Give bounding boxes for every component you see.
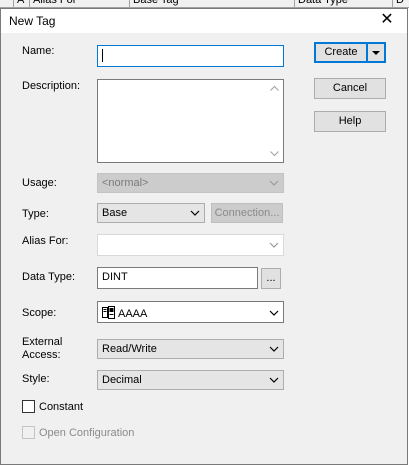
chevron-down-icon xyxy=(268,238,280,252)
text-caret xyxy=(102,49,103,62)
style-select-value: Decimal xyxy=(102,374,142,386)
open-configuration-checkbox[interactable] xyxy=(22,426,35,439)
usage-select-value: <normal> xyxy=(102,177,149,189)
connection-button[interactable]: Connection... xyxy=(211,203,283,223)
program-scope-icon xyxy=(102,306,115,322)
style-label: Style: xyxy=(22,373,50,385)
type-select-value: Base xyxy=(102,207,128,219)
background-grid-header: A Alias For Base Tag Data Type D xyxy=(0,0,409,8)
usage-select[interactable]: <normal> xyxy=(97,173,284,193)
description-scrollbar[interactable] xyxy=(266,80,283,162)
create-split-button[interactable]: Create xyxy=(314,42,386,63)
alias-for-select[interactable] xyxy=(97,234,284,256)
grid-column-header: Base Tag xyxy=(130,0,295,7)
scroll-down-icon[interactable] xyxy=(266,145,283,162)
external-access-label-line2: Access: xyxy=(22,349,61,361)
external-access-select[interactable]: Read/Write xyxy=(97,339,284,359)
close-button[interactable]: ✕ xyxy=(379,12,395,28)
grid-column-header xyxy=(0,0,14,7)
dialog-titlebar: New Tag ✕ xyxy=(1,9,407,33)
create-dropdown-button[interactable] xyxy=(366,42,386,63)
open-configuration-checkbox-label[interactable]: Open Configuration xyxy=(39,427,134,440)
chevron-down-icon xyxy=(268,176,280,190)
close-icon: ✕ xyxy=(380,11,394,28)
scope-label: Scope: xyxy=(22,307,57,319)
data-type-label: Data Type: xyxy=(22,271,75,283)
data-type-input[interactable]: DINT xyxy=(97,267,258,289)
alias-for-label: Alias For: xyxy=(22,235,69,247)
external-access-label: External Access: xyxy=(22,336,62,362)
cancel-button[interactable]: Cancel xyxy=(314,78,386,99)
grid-column-header: Alias For xyxy=(30,0,130,7)
usage-label: Usage: xyxy=(22,177,57,189)
constant-checkbox[interactable] xyxy=(22,400,35,413)
constant-checkbox-label[interactable]: Constant xyxy=(39,401,83,414)
data-type-browse-button[interactable]: ... xyxy=(261,268,281,289)
grid-column-header: A xyxy=(14,0,30,7)
help-button[interactable]: Help xyxy=(314,111,386,132)
chevron-down-icon xyxy=(189,206,201,220)
type-label: Type: xyxy=(22,208,49,220)
external-access-label-line1: External xyxy=(22,336,63,348)
scope-select[interactable]: AAAA xyxy=(97,301,284,323)
external-access-select-value: Read/Write xyxy=(102,343,157,355)
grid-column-header: Data Type xyxy=(295,0,393,7)
description-textarea[interactable] xyxy=(97,79,284,163)
scroll-up-icon[interactable] xyxy=(266,80,283,97)
description-label: Description: xyxy=(22,80,81,92)
create-button[interactable]: Create xyxy=(314,42,366,63)
dialog-title: New Tag xyxy=(9,14,56,28)
chevron-down-icon xyxy=(268,342,280,356)
type-select[interactable]: Base xyxy=(97,203,205,223)
chevron-down-icon xyxy=(268,306,280,320)
dropdown-arrow-icon xyxy=(372,51,380,55)
chevron-down-icon xyxy=(268,373,280,387)
name-input[interactable] xyxy=(97,45,284,67)
grid-column-header: D xyxy=(396,0,404,6)
scope-select-value: AAAA xyxy=(118,308,148,320)
style-select[interactable]: Decimal xyxy=(97,370,284,390)
name-label: Name: xyxy=(22,45,55,57)
new-tag-dialog: New Tag ✕ Name: Description: Usage: <nor… xyxy=(0,8,408,465)
